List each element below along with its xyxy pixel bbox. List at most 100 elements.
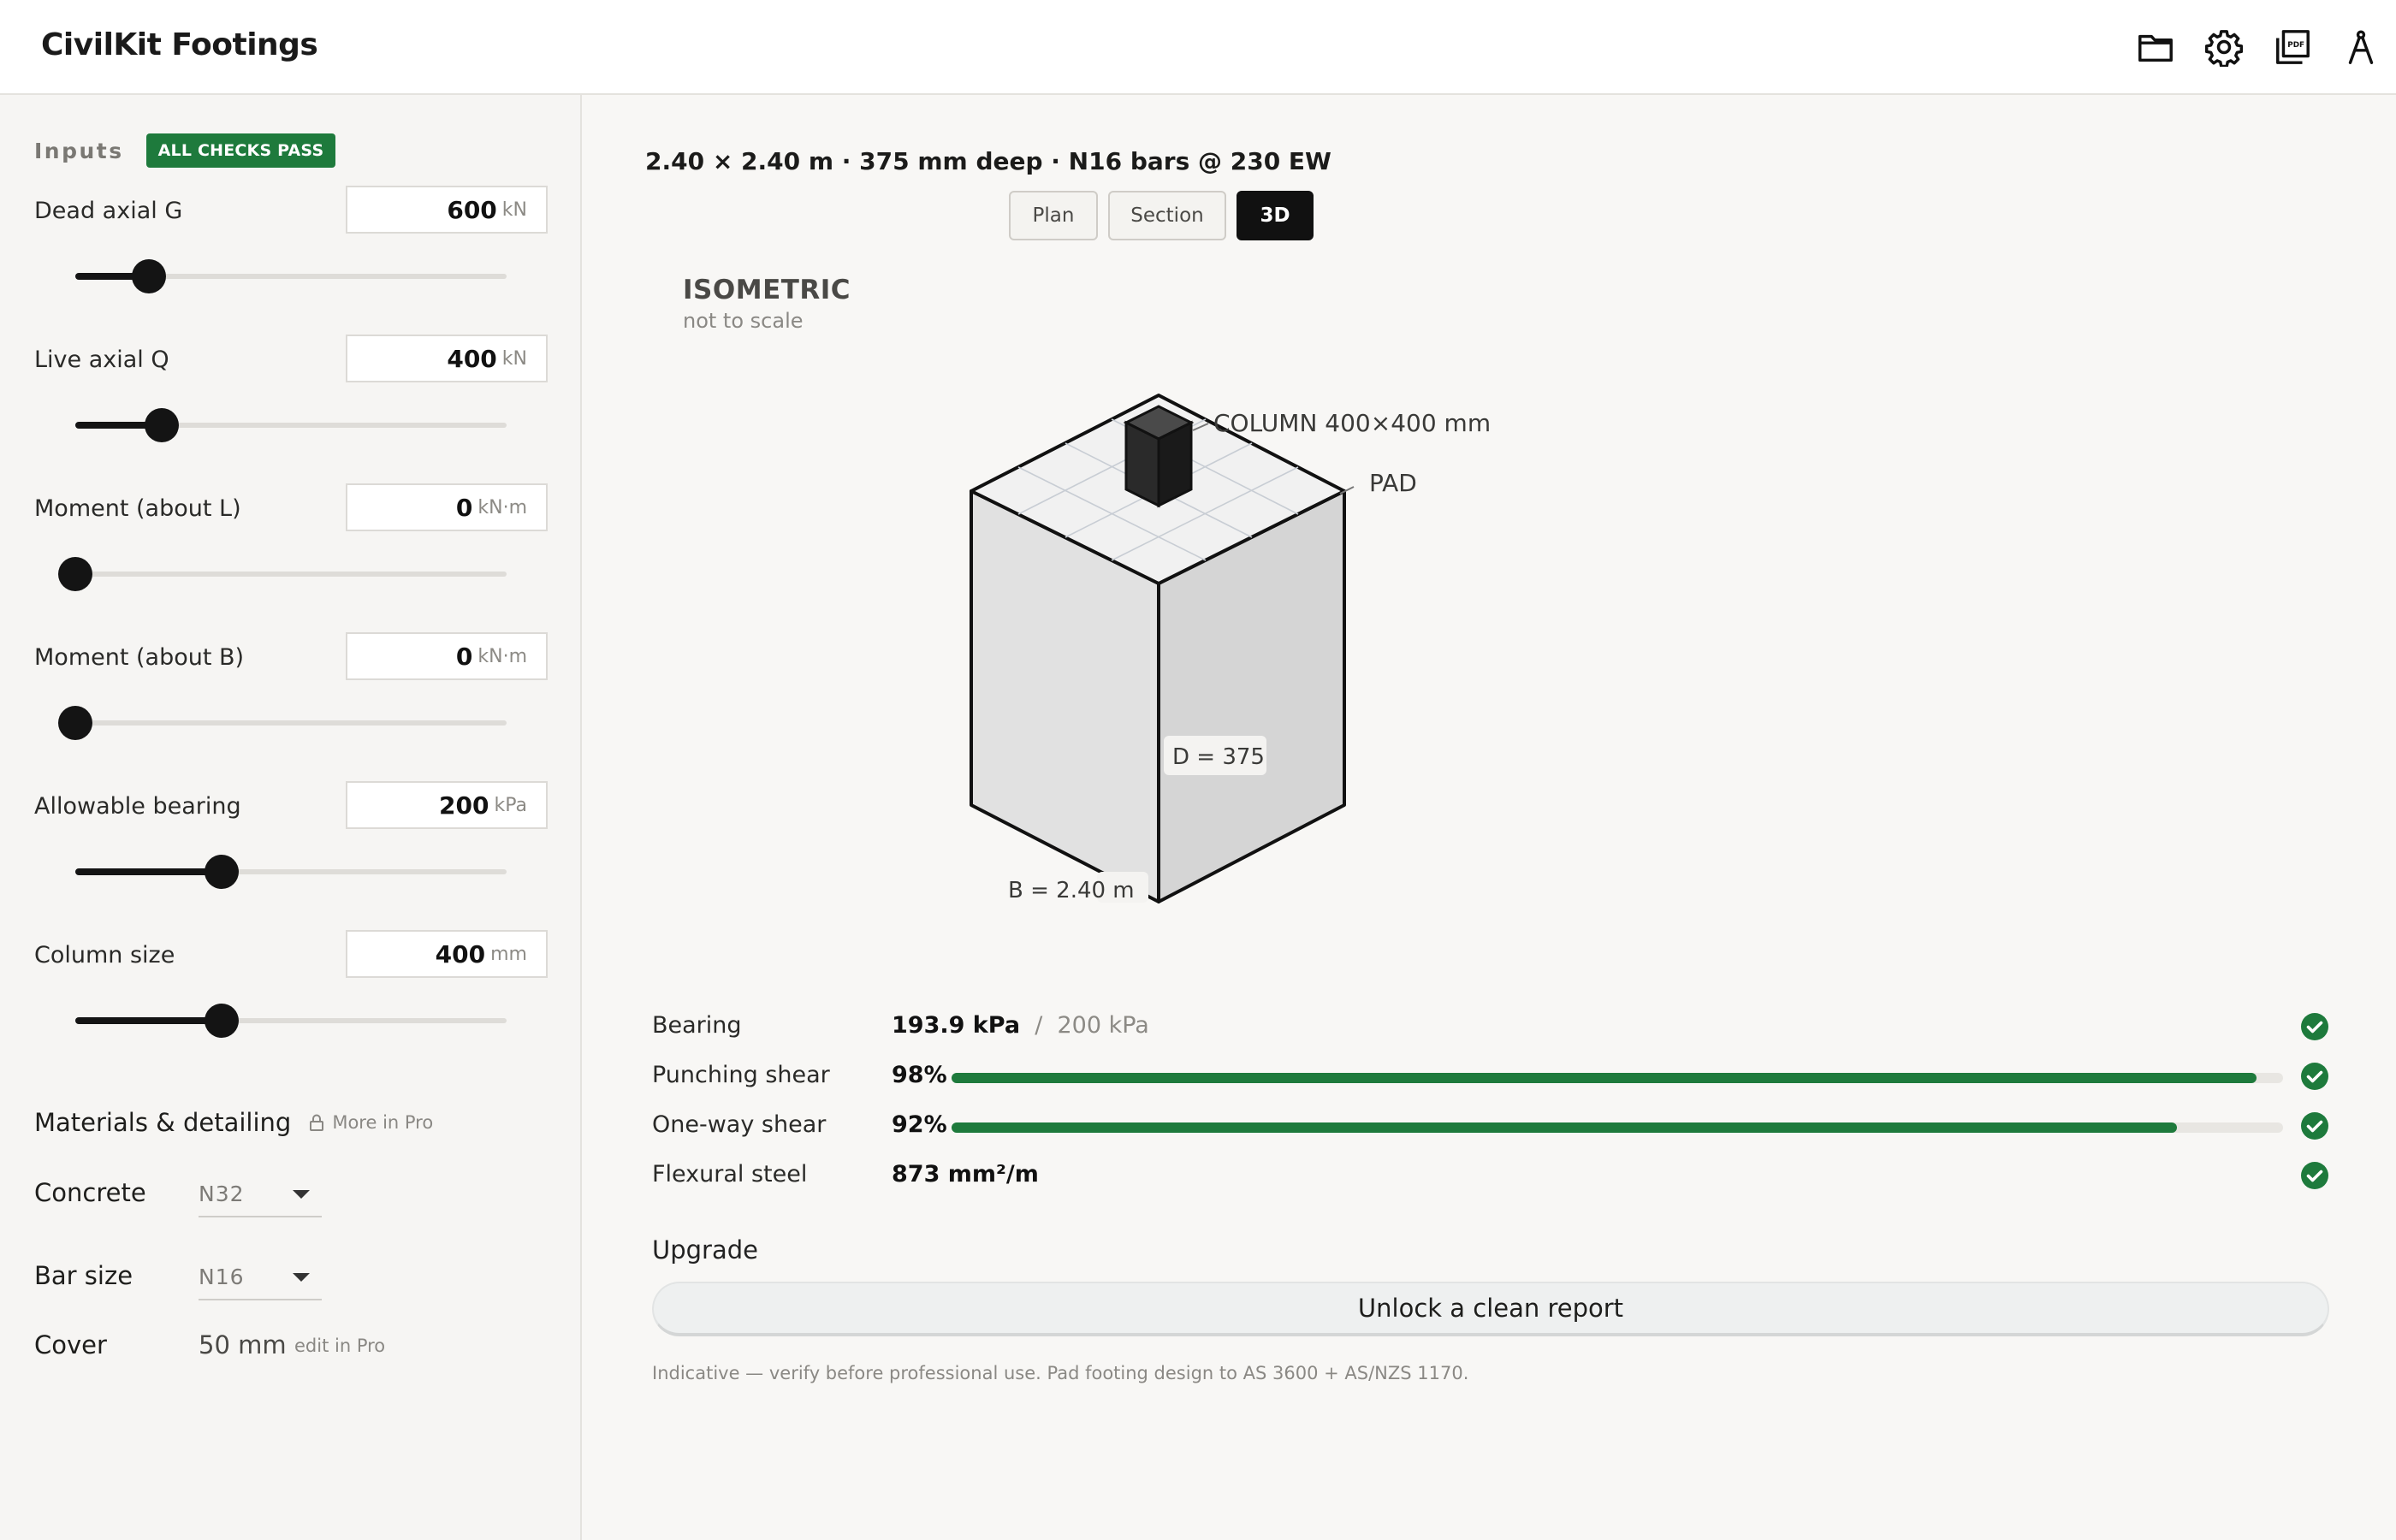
column-label: COLUMN 400×400 mm — [1213, 409, 1491, 437]
bearing-limit-sep: / — [1020, 1012, 1058, 1039]
slider-thumb[interactable] — [58, 706, 92, 740]
check-label: Bearing — [652, 1012, 742, 1039]
cover-pro-note: edit in Pro — [294, 1336, 386, 1356]
field-unit: kN — [501, 347, 527, 370]
cover-row: Cover 50 mm edit in Pro — [34, 1320, 548, 1371]
bar-size-label: Bar size — [34, 1261, 133, 1290]
field-value: 400 — [447, 344, 497, 373]
dead-axial-slider[interactable] — [75, 259, 507, 293]
check-flexural-steel: Flexural steel 873 mm²/m — [652, 1151, 2329, 1200]
slider-thumb[interactable] — [205, 1004, 240, 1038]
concrete-row: Concrete N32 — [34, 1168, 548, 1219]
column-left-face — [1124, 420, 1160, 508]
field-unit: kN·m — [477, 645, 527, 667]
slider-thumb[interactable] — [205, 855, 240, 889]
column-size-input[interactable]: 400 mm — [346, 930, 548, 978]
check-pass-icon — [2301, 1063, 2328, 1090]
bearing-value: 193.9 kPa — [892, 1012, 1021, 1039]
pad-label: PAD — [1369, 469, 1417, 497]
allowable-bearing-slider[interactable] — [75, 855, 507, 889]
materials-title: Materials & detailing — [34, 1108, 292, 1137]
check-label: Flexural steel — [652, 1161, 808, 1188]
main-panel: 2.40 × 2.40 m · 375 mm deep · N16 bars @… — [584, 95, 2396, 1540]
check-pass-icon — [2301, 1112, 2328, 1140]
slider-fill — [75, 868, 222, 875]
lock-icon — [310, 1114, 324, 1131]
moment-l-input[interactable]: 0 kN·m — [346, 483, 548, 531]
field-live-axial: Live axial Q 400 kN — [34, 335, 548, 471]
inputs-sidebar: Inputs ALL CHECKS PASS Dead axial G 600 … — [0, 95, 582, 1540]
field-value: 200 — [439, 791, 489, 820]
check-value: 98% — [892, 1062, 947, 1088]
utilisation-bar — [952, 1073, 2283, 1083]
svg-text:PDF: PDF — [2287, 41, 2304, 50]
field-value: 400 — [435, 939, 486, 968]
check-pass-icon — [2301, 1162, 2328, 1189]
field-unit: mm — [490, 943, 527, 965]
pro-note-label: More in Pro — [332, 1112, 434, 1133]
bearing-limit: 200 kPa — [1057, 1012, 1149, 1039]
footing-sketch: D = 375 B = 2.40 m COLUMN 400×400 mm PAD — [970, 394, 1491, 903]
field-column-size: Column size 400 mm — [34, 930, 548, 1067]
check-punching-shear: Punching shear 98% — [652, 1051, 2329, 1101]
chevron-down-icon — [293, 1273, 310, 1282]
moment-b-input[interactable]: 0 kN·m — [346, 632, 548, 680]
check-value: 92% — [892, 1111, 947, 1138]
column-size-slider[interactable] — [75, 1004, 507, 1038]
field-label: Column size — [34, 942, 175, 968]
field-allowable-bearing: Allowable bearing 200 kPa — [34, 781, 548, 918]
chevron-down-icon — [293, 1190, 310, 1199]
slider-fill — [75, 1017, 222, 1024]
status-badge: ALL CHECKS PASS — [145, 133, 336, 168]
allowable-bearing-input[interactable]: 200 kPa — [346, 781, 548, 829]
field-value: 0 — [455, 493, 473, 522]
field-unit: kN·m — [477, 496, 527, 518]
field-label: Dead axial G — [34, 198, 183, 224]
field-dead-axial: Dead axial G 600 kN — [34, 186, 548, 323]
slider-thumb[interactable] — [58, 557, 92, 591]
column-right-face — [1157, 420, 1193, 508]
live-axial-slider[interactable] — [75, 408, 507, 442]
field-moment-l: Moment (about L) 0 kN·m — [34, 483, 548, 620]
moment-b-slider[interactable] — [58, 706, 507, 740]
slider-track — [75, 720, 507, 726]
field-value: 0 — [455, 642, 473, 671]
utilisation-fill — [952, 1073, 2257, 1083]
slider-thumb[interactable] — [131, 259, 166, 293]
slider-thumb[interactable] — [144, 408, 179, 442]
inputs-title: Inputs — [34, 138, 124, 163]
gear-icon[interactable] — [2203, 26, 2245, 68]
check-one-way-shear: One-way shear 92% — [652, 1101, 2329, 1151]
moment-l-slider[interactable] — [58, 557, 507, 591]
utilisation-bar — [952, 1122, 2283, 1133]
inputs-header: Inputs ALL CHECKS PASS — [34, 133, 336, 168]
compass-icon[interactable] — [2340, 26, 2382, 68]
cover-value: 50 mm — [199, 1330, 287, 1359]
concrete-label: Concrete — [34, 1178, 146, 1207]
field-label: Moment (about B) — [34, 644, 245, 671]
check-label: Punching shear — [652, 1062, 830, 1088]
upgrade-label: Upgrade — [652, 1235, 758, 1265]
check-bearing: Bearing 193.9 kPa / 200 kPa — [652, 1002, 2329, 1051]
field-unit: kPa — [494, 794, 528, 816]
folder-icon[interactable] — [2134, 26, 2177, 68]
slider-track — [75, 572, 507, 577]
field-unit: kN — [501, 198, 527, 221]
field-value: 600 — [447, 195, 497, 224]
live-axial-input[interactable]: 400 kN — [346, 335, 548, 382]
unlock-report-button[interactable]: Unlock a clean report — [652, 1282, 2329, 1336]
concrete-select[interactable]: N32 — [199, 1168, 322, 1217]
bar-size-select[interactable]: N16 — [199, 1251, 322, 1300]
materials-header: Materials & detailing More in Pro — [34, 1108, 433, 1137]
concrete-value: N32 — [199, 1182, 245, 1206]
field-label: Allowable bearing — [34, 793, 241, 820]
field-label: Moment (about L) — [34, 495, 241, 522]
isometric-drawing: ISOMETRIC not to scale D = 375 B = 2.40 … — [584, 95, 2396, 1019]
cover-label: Cover — [34, 1330, 107, 1359]
more-in-pro-link[interactable]: More in Pro — [308, 1112, 433, 1133]
top-bar: CivilKit Footings PDF — [0, 0, 2396, 95]
check-label: One-way shear — [652, 1111, 827, 1138]
depth-label: D = 375 — [1172, 744, 1265, 770]
dead-axial-input[interactable]: 600 kN — [346, 186, 548, 234]
pdf-icon[interactable]: PDF — [2271, 26, 2314, 68]
